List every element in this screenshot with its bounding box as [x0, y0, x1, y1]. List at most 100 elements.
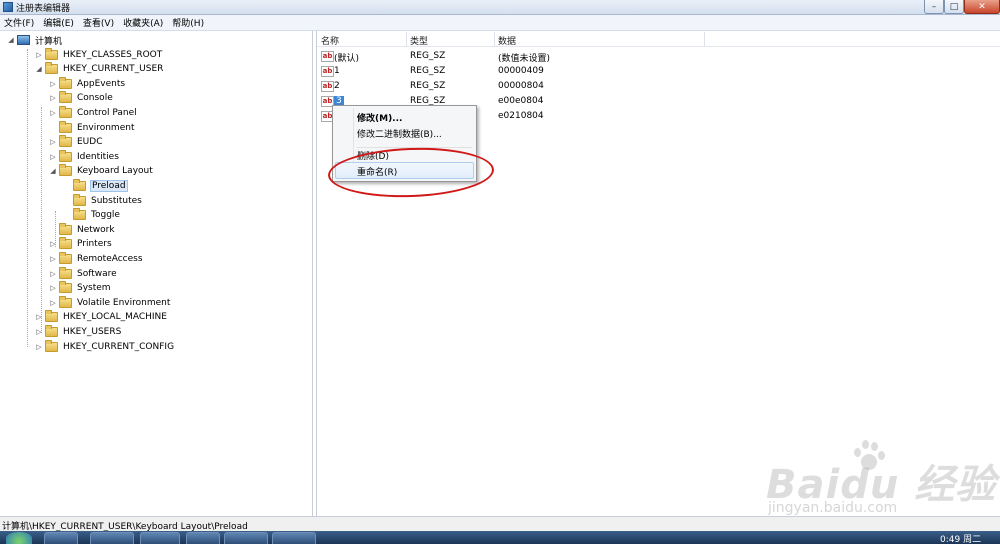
taskbar: 0:49 周二: [0, 531, 1000, 544]
column-separator[interactable]: [406, 32, 407, 46]
tree-guide-line: [55, 211, 56, 247]
tree-label: EUDC: [77, 137, 103, 148]
expander-icon[interactable]: ▷: [48, 239, 58, 249]
values-list[interactable]: 名称 类型 数据 ab (默认) REG_SZ (数值未设置) ab 1 REG_SZ 000…: [316, 31, 1000, 516]
menu-bar: 文件(F) 编辑(E) 查看(V) 收藏夹(A) 帮助(H): [0, 15, 1000, 31]
expander-icon[interactable]: ▷: [34, 342, 44, 352]
expander-icon[interactable]: ▷: [48, 269, 58, 279]
title-bar: 注册表编辑器 – □ ✕: [0, 0, 1000, 15]
tree-node[interactable]: Preload: [62, 179, 128, 193]
tree-node[interactable]: ◢ HKEY_CURRENT_USER: [34, 62, 164, 76]
value-row[interactable]: ab 2 REG_SZ 00000804: [317, 80, 1000, 94]
menu-favorites[interactable]: 收藏夹(A): [123, 16, 163, 29]
folder-icon: [59, 222, 72, 235]
expander-icon[interactable]: ▷: [48, 298, 58, 308]
tree-node[interactable]: ▷ HKEY_CLASSES_ROOT: [34, 47, 163, 62]
folder-icon: [73, 208, 86, 221]
expander-icon[interactable]: ▷: [48, 152, 58, 162]
tree-node[interactable]: ▷ HKEY_USERS: [34, 325, 122, 339]
tree-node[interactable]: ▷ Console: [48, 91, 114, 105]
menu-view[interactable]: 查看(V): [83, 16, 114, 29]
string-value-icon: ab: [321, 51, 334, 62]
taskbar-app-browser[interactable]: [140, 532, 180, 544]
folder-icon: [59, 164, 72, 177]
value-data: 00000409: [498, 66, 544, 76]
minimize-button[interactable]: –: [924, 0, 944, 14]
taskbar-app-ie[interactable]: [44, 532, 78, 544]
column-separator[interactable]: [704, 32, 705, 46]
expander-icon[interactable]: ▷: [34, 312, 44, 322]
tree-guide-line: [41, 107, 42, 333]
tree-node[interactable]: ◢ Keyboard Layout: [48, 164, 154, 178]
maximize-button[interactable]: □: [944, 0, 964, 14]
expander-icon[interactable]: ◢: [6, 35, 16, 45]
expander-icon[interactable]: ▷: [48, 93, 58, 103]
value-row[interactable]: ab 1 REG_SZ 00000409: [317, 65, 1000, 79]
tree-label: AppEvents: [77, 78, 126, 89]
tree-label: HKEY_LOCAL_MACHINE: [63, 312, 167, 323]
taskbar-clock[interactable]: 0:49 周二: [940, 532, 981, 544]
tree-node[interactable]: ▷ System: [48, 281, 112, 295]
folder-icon: [59, 252, 72, 264]
taskbar-app-explorer[interactable]: [224, 532, 268, 544]
expander-icon[interactable]: ◢: [48, 166, 58, 176]
tree-node[interactable]: ▷ Control Panel: [48, 106, 138, 120]
value-name: 2: [334, 81, 340, 91]
menu-modify-binary[interactable]: 修改二进制数据(B)...: [357, 127, 442, 140]
menu-file[interactable]: 文件(F): [4, 16, 34, 29]
tree-node[interactable]: ▷ RemoteAccess: [48, 252, 144, 266]
tree-node[interactable]: Toggle: [62, 208, 121, 222]
tree-node[interactable]: Network: [48, 222, 116, 237]
tree-node[interactable]: Environment: [48, 120, 135, 135]
column-header-type[interactable]: 类型: [410, 34, 428, 47]
string-value-icon: ab: [321, 81, 334, 92]
tree-label: System: [77, 283, 111, 294]
menu-edit[interactable]: 编辑(E): [43, 16, 74, 29]
folder-icon: [59, 281, 72, 294]
tree-node[interactable]: ▷ Identities: [48, 149, 120, 164]
tree-node[interactable]: ▷ HKEY_LOCAL_MACHINE: [34, 310, 168, 324]
registry-tree[interactable]: ◢ 计算机 ▷ HKEY_CLASSES_ROOT ◢ HKEY_CURRENT_USER…: [0, 31, 313, 516]
tree-label: Control Panel: [77, 108, 137, 118]
expander-icon[interactable]: ▷: [48, 79, 58, 89]
taskbar-app-word[interactable]: [90, 532, 134, 544]
window-title: 注册表编辑器: [16, 4, 71, 14]
tree-label: 计算机: [35, 36, 63, 47]
column-header-name[interactable]: 名称: [321, 34, 339, 47]
close-button[interactable]: ✕: [964, 0, 1000, 14]
expander-icon[interactable]: ▷: [48, 108, 58, 118]
folder-icon: [59, 135, 72, 148]
tree-node[interactable]: ▷ Software: [48, 266, 118, 281]
expander-icon[interactable]: ▷: [34, 327, 44, 337]
regedit-icon: [3, 2, 13, 12]
computer-icon: [17, 35, 30, 45]
expander-icon[interactable]: ▷: [48, 254, 58, 264]
tree-root-computer[interactable]: ◢ 计算机: [6, 33, 63, 47]
menu-help[interactable]: 帮助(H): [172, 16, 204, 29]
taskbar-app-regedit[interactable]: [272, 532, 316, 544]
tree-node[interactable]: ▷ HKEY_CURRENT_CONFIG: [34, 339, 175, 354]
expander-icon[interactable]: ▷: [34, 50, 44, 60]
value-row[interactable]: ab (默认) REG_SZ (数值未设置): [317, 50, 1000, 64]
tree-node[interactable]: Substitutes: [62, 193, 143, 208]
tree-node[interactable]: ▷ Volatile Environment: [48, 295, 171, 310]
value-type: REG_SZ: [410, 51, 446, 61]
tree-node[interactable]: ▷ AppEvents: [48, 76, 126, 91]
expander-icon[interactable]: ▷: [48, 137, 58, 147]
expander-icon[interactable]: ◢: [34, 64, 44, 74]
folder-icon: [59, 266, 72, 279]
value-type: REG_SZ: [410, 81, 446, 91]
tree-node[interactable]: ▷ Printers: [48, 237, 113, 251]
tree-node[interactable]: ▷ EUDC: [48, 135, 104, 149]
column-separator[interactable]: [494, 32, 495, 46]
folder-icon: [73, 193, 86, 206]
column-header-data[interactable]: 数据: [498, 34, 516, 47]
value-data: e00e0804: [498, 96, 544, 106]
taskbar-app-tools[interactable]: [186, 532, 220, 544]
folder-icon: [45, 47, 58, 60]
menu-modify[interactable]: 修改(M)...: [357, 111, 402, 124]
folder-icon: [45, 62, 58, 75]
expander-icon[interactable]: ▷: [48, 283, 58, 293]
start-button[interactable]: [6, 532, 32, 544]
expander-icon: [62, 181, 72, 191]
